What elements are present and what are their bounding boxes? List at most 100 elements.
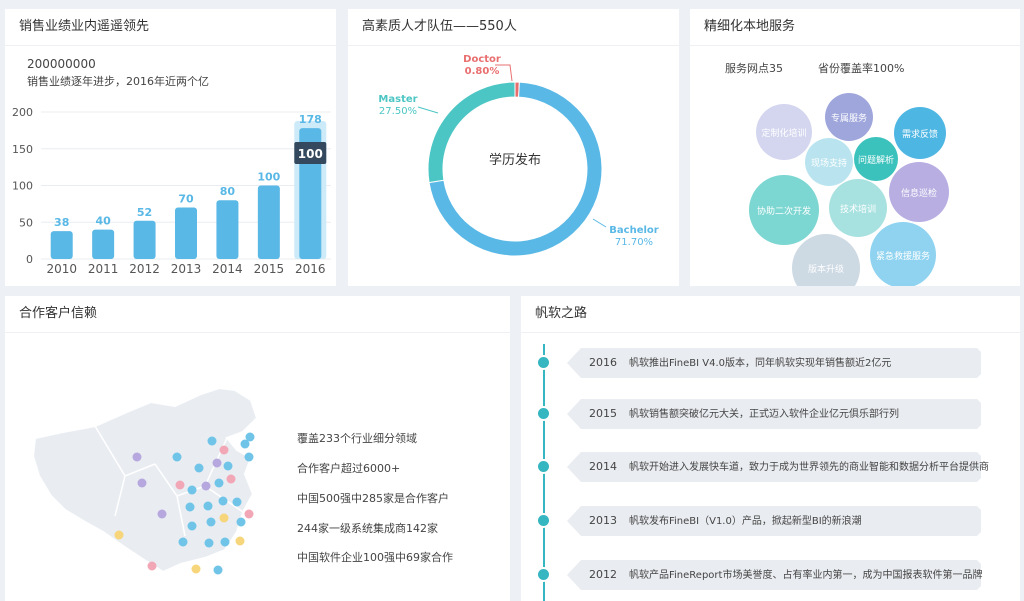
milestone-year: 2012 — [589, 568, 617, 581]
y-tick-label: 100 — [12, 180, 33, 193]
bachelor-label: Bachelor — [609, 225, 658, 236]
divider — [521, 332, 1020, 333]
map-dot — [206, 517, 216, 527]
x-tick-label: 2010 — [46, 262, 77, 276]
map-dot — [240, 439, 250, 449]
doctor-label: Doctor — [463, 54, 501, 65]
y-tick-label: 0 — [26, 253, 33, 266]
milestone-2014: 2014 帆软开始进入发展快车道，致力于成为世界领先的商业智能和数据分析平台提供商 — [567, 452, 989, 482]
client-stat-software100: 中国软件企业100强中69家合作 — [297, 551, 453, 564]
svg-text:信息巡检: 信息巡检 — [901, 187, 937, 199]
map-dot — [137, 478, 147, 488]
map-dot — [219, 513, 229, 523]
bubble-emergency-rescue: 紧急救援服务 — [870, 222, 936, 286]
bar-value-label: 40 — [95, 215, 111, 228]
y-tick-label: 50 — [19, 216, 33, 229]
milestone-2016: 2016 帆软推出FineBI V4.0版本，同年帆软实现年销售额近2亿元 — [567, 348, 981, 378]
bar[interactable] — [133, 220, 156, 259]
map-dot — [185, 502, 195, 512]
timeline-dot — [538, 357, 549, 368]
milestone-desc: 帆软销售额突破亿元大关，正式迈入软件企业亿元俱乐部行列 — [629, 409, 899, 420]
donut-center-label: 学历发布 — [489, 152, 541, 168]
x-tick-label: 2016 — [295, 262, 326, 276]
map-dot — [218, 496, 228, 506]
milestone-desc: 帆软推出FineBI V4.0版本，同年帆软实现年销售额近2亿元 — [629, 358, 892, 369]
svg-text:现场支持: 现场支持 — [811, 157, 847, 169]
map-dot — [187, 521, 197, 531]
map-dot — [175, 480, 185, 490]
svg-text:紧急救援服务: 紧急救援服务 — [876, 250, 930, 262]
bar[interactable] — [175, 207, 197, 259]
bar-value-label: 38 — [54, 216, 69, 229]
svg-text:需求反馈: 需求反馈 — [902, 128, 938, 140]
master-leader-line — [417, 106, 439, 114]
map-dot — [191, 564, 201, 574]
bar[interactable] — [257, 185, 280, 260]
map-dot — [219, 445, 229, 455]
map-dot — [232, 497, 242, 507]
milestone-year: 2015 — [589, 407, 617, 420]
timeline-dot — [538, 515, 549, 526]
service-bubble-chart: 定制化培训 专属服务 需求反馈 现场支持 问题解析 信息巡检 协助二次开发 技术… — [749, 93, 949, 286]
bubble-custom-training: 定制化培训 — [756, 104, 812, 160]
bar[interactable] — [92, 229, 115, 259]
map-dot — [223, 461, 233, 471]
x-tick-label: 2013 — [171, 262, 202, 276]
map-dot — [235, 536, 245, 546]
x-tick-label: 2015 — [254, 262, 285, 276]
map-dot — [157, 509, 167, 519]
client-stat-integrators: 244家一级系统集成商142家 — [297, 522, 438, 535]
milestone-2015: 2015 帆软销售额突破亿元大关，正式迈入软件企业亿元俱乐部行列 — [567, 399, 981, 429]
map-dot — [220, 537, 230, 547]
map-dot — [147, 561, 157, 571]
map-dot — [207, 436, 217, 446]
bar[interactable] — [216, 200, 239, 259]
doctor-pct: 0.80% — [465, 66, 500, 77]
bar-value-label: 52 — [137, 206, 152, 219]
client-stat-top500: 中国500强中285家是合作客户 — [297, 492, 449, 505]
bar[interactable] — [50, 231, 73, 259]
service-panel: 精细化本地服务 服务网点35 省份覆盖率100% 定制化培训 专属服务 需求反馈… — [690, 9, 1020, 286]
map-dot — [236, 517, 246, 527]
timeline-dot — [538, 408, 549, 419]
history-panel: 帆软之路 2016 帆软推出FineBI V4.0版本，同年帆软实现年销售额近2亿… — [521, 296, 1020, 601]
timeline-line — [543, 344, 545, 601]
map-dot — [187, 485, 197, 495]
milestone-year: 2016 — [589, 356, 617, 369]
milestone-desc: 帆软发布FineBI（V1.0）产品，掀起新型BI的新浪潮 — [629, 516, 862, 527]
bubble-secondary-dev: 协助二次开发 — [749, 175, 819, 245]
bachelor-pct: 71.70% — [615, 237, 653, 248]
timeline-dot — [538, 461, 549, 472]
map-dot — [214, 478, 224, 488]
svg-text:版本升级: 版本升级 — [808, 263, 844, 275]
svg-text:定制化培训: 定制化培训 — [761, 127, 806, 139]
milestone-2013: 2013 帆软发布FineBI（V1.0）产品，掀起新型BI的新浪潮 — [567, 506, 981, 536]
timeline-dot — [538, 569, 549, 580]
milestone-2012: 2012 帆软产品FineReport市场美誉度、占有率业内第一，成为中国报表软件… — [567, 560, 982, 590]
map-dot — [194, 463, 204, 473]
bubble-dedicated-service: 专属服务 — [825, 93, 873, 141]
bubble-tech-training: 技术培训 — [829, 179, 887, 237]
bubble-problem-analysis: 问题解析 — [854, 137, 898, 181]
y-tick-label: 150 — [12, 143, 33, 156]
x-tick-label: 2011 — [88, 262, 119, 276]
map-dot — [213, 565, 223, 575]
map-dot — [114, 530, 124, 540]
bubble-version-upgrade: 版本升级 — [792, 234, 860, 286]
map-dot — [244, 452, 254, 462]
map-dot — [178, 537, 188, 547]
clients-panel: 合作客户信赖 覆盖233个行业细分领域 合作客户超过6000+ 中国500强中2… — [5, 296, 510, 601]
bar-value-label: 100 — [257, 171, 280, 184]
y-tick-label: 200 — [12, 106, 33, 119]
map-dot — [204, 538, 214, 548]
bachelor-leader-line — [592, 218, 607, 228]
education-donut-chart: 学历发布 Doctor 0.80% Master 27.50% Bachelor… — [378, 54, 659, 257]
highlight-tooltip-value: 100 — [298, 147, 323, 161]
bar-value-label: 178 — [299, 113, 322, 126]
map-dot — [203, 501, 213, 511]
history-panel-title: 帆软之路 — [535, 306, 588, 321]
x-tick-label: 2014 — [212, 262, 243, 276]
map-dot — [201, 481, 211, 491]
bar-value-label: 80 — [220, 185, 236, 198]
milestone-year: 2013 — [589, 514, 617, 527]
